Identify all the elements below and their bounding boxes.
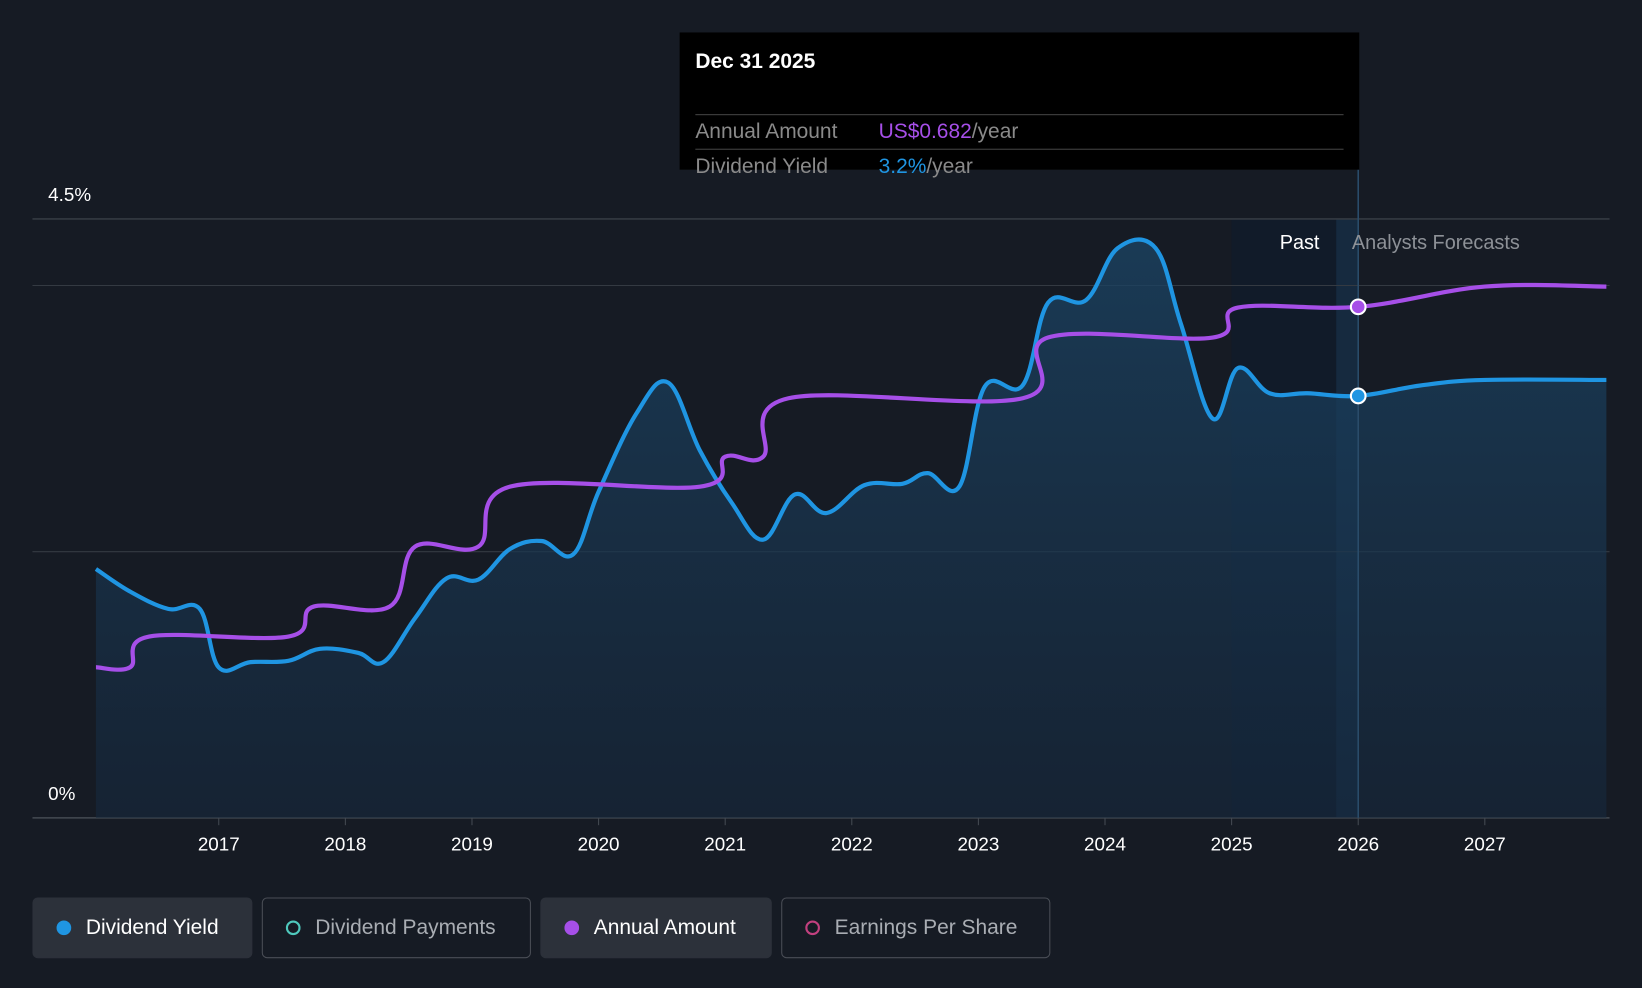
filled-dot-icon — [564, 920, 580, 936]
legend-dividend-payments-button[interactable]: Dividend Payments — [261, 897, 531, 959]
x-tick-label: 2023 — [957, 833, 999, 854]
annual-amount-marker — [1349, 298, 1367, 316]
hollow-dot-icon — [805, 920, 820, 936]
x-tick-label: 2021 — [704, 833, 746, 854]
legend-earnings-per-share-button[interactable]: Earnings Per Share — [781, 897, 1051, 959]
legend-dividend-yield-button[interactable]: Dividend Yield — [32, 897, 253, 959]
x-tick-label: 2026 — [1337, 833, 1379, 854]
tooltip-suffix: /year — [926, 154, 973, 179]
x-tick-label: 2022 — [831, 833, 873, 854]
legend: Dividend Yield Dividend Payments Annual … — [32, 897, 1051, 959]
dividend-chart: 4.5% 0% 2017 2018 2019 2020 2021 2022 2023 2024 20… — [0, 0, 1642, 988]
tooltip-suffix: /year — [971, 120, 1019, 144]
x-tick-label: 2027 — [1464, 833, 1506, 854]
legend-label: Dividend Yield — [85, 915, 219, 939]
forecast-label: Analysts Forecasts — [1352, 232, 1520, 254]
tooltip-row-annual-amount: Annual Amount US$0.682/year — [695, 114, 1344, 149]
legend-annual-amount-button[interactable]: Annual Amount — [540, 897, 772, 959]
dividend-yield-area — [95, 239, 1607, 818]
tooltip-row-dividend-yield: Dividend Yield 3.2%/year — [695, 148, 1344, 184]
tooltip-label: Annual Amount — [695, 120, 838, 144]
x-tick-label: 2018 — [324, 833, 366, 854]
y-tick-label: 0% — [48, 783, 75, 804]
legend-label: Dividend Payments — [315, 915, 496, 939]
x-tick-label: 2025 — [1211, 833, 1253, 854]
tooltip-date: Dec 31 2025 — [695, 50, 816, 74]
hollow-dot-icon — [285, 920, 301, 936]
tooltip-value: 3.2% — [878, 154, 927, 179]
tooltip-value: US$0.682 — [878, 120, 972, 144]
filled-dot-icon — [56, 920, 72, 936]
legend-label: Annual Amount — [593, 915, 736, 939]
past-label: Past — [1280, 232, 1320, 254]
x-tick-label: 2024 — [1084, 833, 1126, 854]
tooltip: Dec 31 2025 Annual Amount US$0.682/year … — [679, 32, 1360, 178]
x-tick-label: 2019 — [451, 833, 493, 854]
x-tick-label: 2017 — [198, 833, 240, 854]
y-tick-label: 4.5% — [48, 184, 91, 205]
legend-label: Earnings Per Share — [834, 915, 1018, 939]
tooltip-label: Dividend Yield — [695, 154, 829, 179]
x-tick-label: 2020 — [578, 833, 620, 854]
dividend-yield-marker — [1349, 387, 1367, 405]
